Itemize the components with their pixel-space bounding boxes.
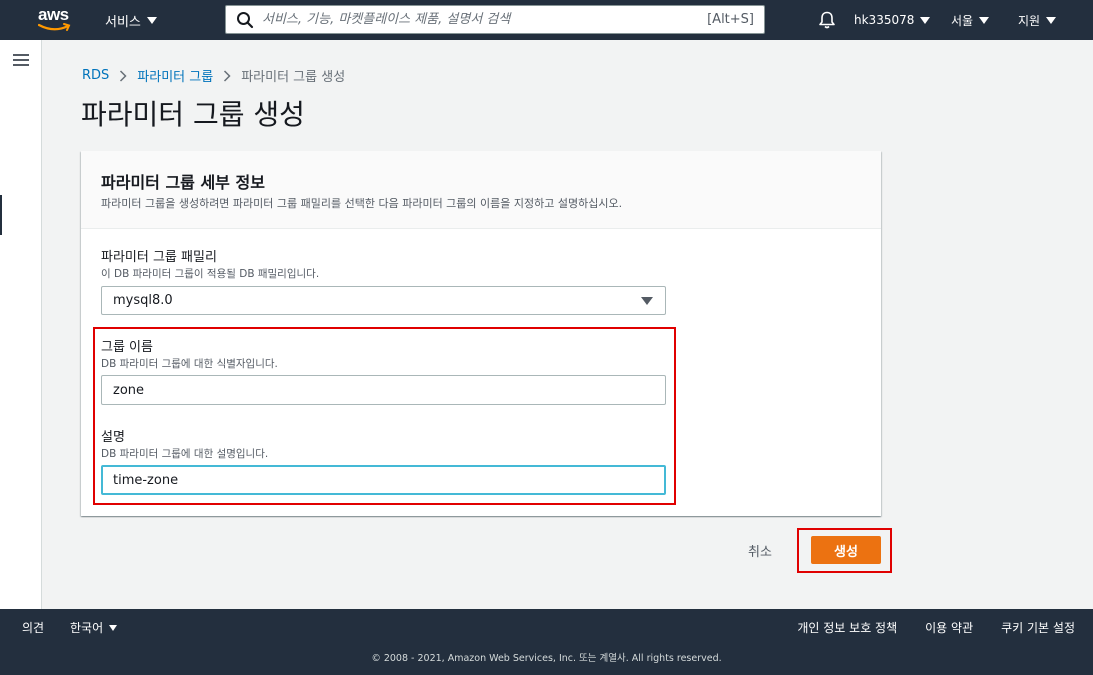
search-icon: [237, 11, 254, 28]
create-button[interactable]: 생성: [811, 536, 881, 564]
top-navigation: aws 서비스 [Alt+S] hk335078 서울 지원: [0, 0, 1093, 40]
footer-feedback-link[interactable]: 의견: [22, 619, 44, 636]
support-caret-icon: [1046, 16, 1057, 24]
parameter-group-details-card: 파라미터 그룹 세부 정보 파라미터 그룹을 생성하려면 파라미터 그룹 패밀리…: [81, 151, 881, 516]
breadcrumb-chevron-icon: [224, 69, 231, 82]
select-arrow-icon: [641, 297, 653, 305]
search-shortcut-hint: [Alt+S]: [707, 12, 754, 27]
aws-logo-text: aws: [38, 5, 69, 24]
footer-link-privacy[interactable]: 개인 정보 보호 정책: [797, 619, 897, 636]
services-caret-icon: [146, 16, 157, 24]
description-input[interactable]: [101, 465, 666, 495]
footer-language-menu[interactable]: 한국어: [70, 619, 118, 636]
card-header: 파라미터 그룹 세부 정보 파라미터 그룹을 생성하려면 파라미터 그룹 패밀리…: [81, 151, 881, 229]
card-description: 파라미터 그룹을 생성하려면 파라미터 그룹 패밀리를 선택한 다음 파라미터 …: [101, 197, 623, 210]
footer-link-terms[interactable]: 이용 약관: [925, 619, 973, 636]
footer-language-label: 한국어: [70, 621, 104, 635]
description-field-description: DB 파라미터 그룹에 대한 설명입니다.: [101, 448, 269, 460]
page-title: 파라미터 그룹 생성: [81, 98, 305, 131]
breadcrumb-link-rds[interactable]: RDS: [82, 68, 109, 83]
support-label: 지원: [1018, 13, 1041, 28]
cancel-button[interactable]: 취소: [740, 536, 780, 564]
card-title: 파라미터 그룹 세부 정보: [101, 173, 265, 192]
region-label: 서울: [951, 13, 974, 28]
account-menu-button[interactable]: hk335078: [854, 0, 931, 40]
region-caret-icon: [979, 16, 990, 24]
side-navigation-rail: [0, 40, 42, 609]
aws-logo[interactable]: aws: [38, 6, 74, 34]
bell-icon[interactable]: [817, 10, 837, 30]
breadcrumb: RDS 파라미터 그룹 파라미터 그룹 생성: [82, 66, 345, 85]
aws-smile-icon: [38, 23, 71, 31]
support-menu-button[interactable]: 지원: [1018, 0, 1057, 40]
breadcrumb-chevron-icon: [120, 69, 127, 82]
region-menu-button[interactable]: 서울: [951, 0, 990, 40]
description-label: 설명: [101, 430, 125, 445]
account-caret-icon: [920, 16, 931, 24]
family-label: 파라미터 그룹 패밀리: [101, 250, 217, 265]
footer-links: 개인 정보 보호 정책 이용 약관 쿠키 기본 설정: [797, 619, 1075, 636]
family-selected-value: mysql8.0: [113, 293, 173, 308]
footer-copyright: © 2008 - 2021, Amazon Web Services, Inc.…: [371, 653, 722, 664]
footer-link-cookies[interactable]: 쿠키 기본 설정: [1001, 619, 1075, 636]
hamburger-menu-icon[interactable]: [13, 54, 29, 67]
global-search[interactable]: [Alt+S]: [225, 5, 765, 34]
footer: 의견 한국어 개인 정보 보호 정책 이용 약관 쿠키 기본 설정 © 2008…: [0, 609, 1093, 675]
services-menu-button[interactable]: 서비스: [105, 0, 157, 40]
group-name-label: 그룹 이름: [101, 340, 153, 355]
group-name-input[interactable]: [101, 375, 666, 405]
group-name-description: DB 파라미터 그룹에 대한 식별자입니다.: [101, 358, 278, 370]
family-description: 이 DB 파라미터 그룹이 적용될 DB 패밀리입니다.: [101, 268, 320, 280]
window-edge-marker: [0, 195, 2, 235]
parameter-group-family-select[interactable]: mysql8.0: [101, 286, 666, 315]
breadcrumb-current: 파라미터 그룹 생성: [241, 70, 346, 85]
breadcrumb-link-parameter-groups[interactable]: 파라미터 그룹: [137, 66, 213, 85]
services-label: 서비스: [105, 14, 141, 30]
language-caret-icon: [109, 624, 118, 631]
search-input[interactable]: [262, 12, 708, 27]
account-label: hk335078: [854, 13, 915, 27]
